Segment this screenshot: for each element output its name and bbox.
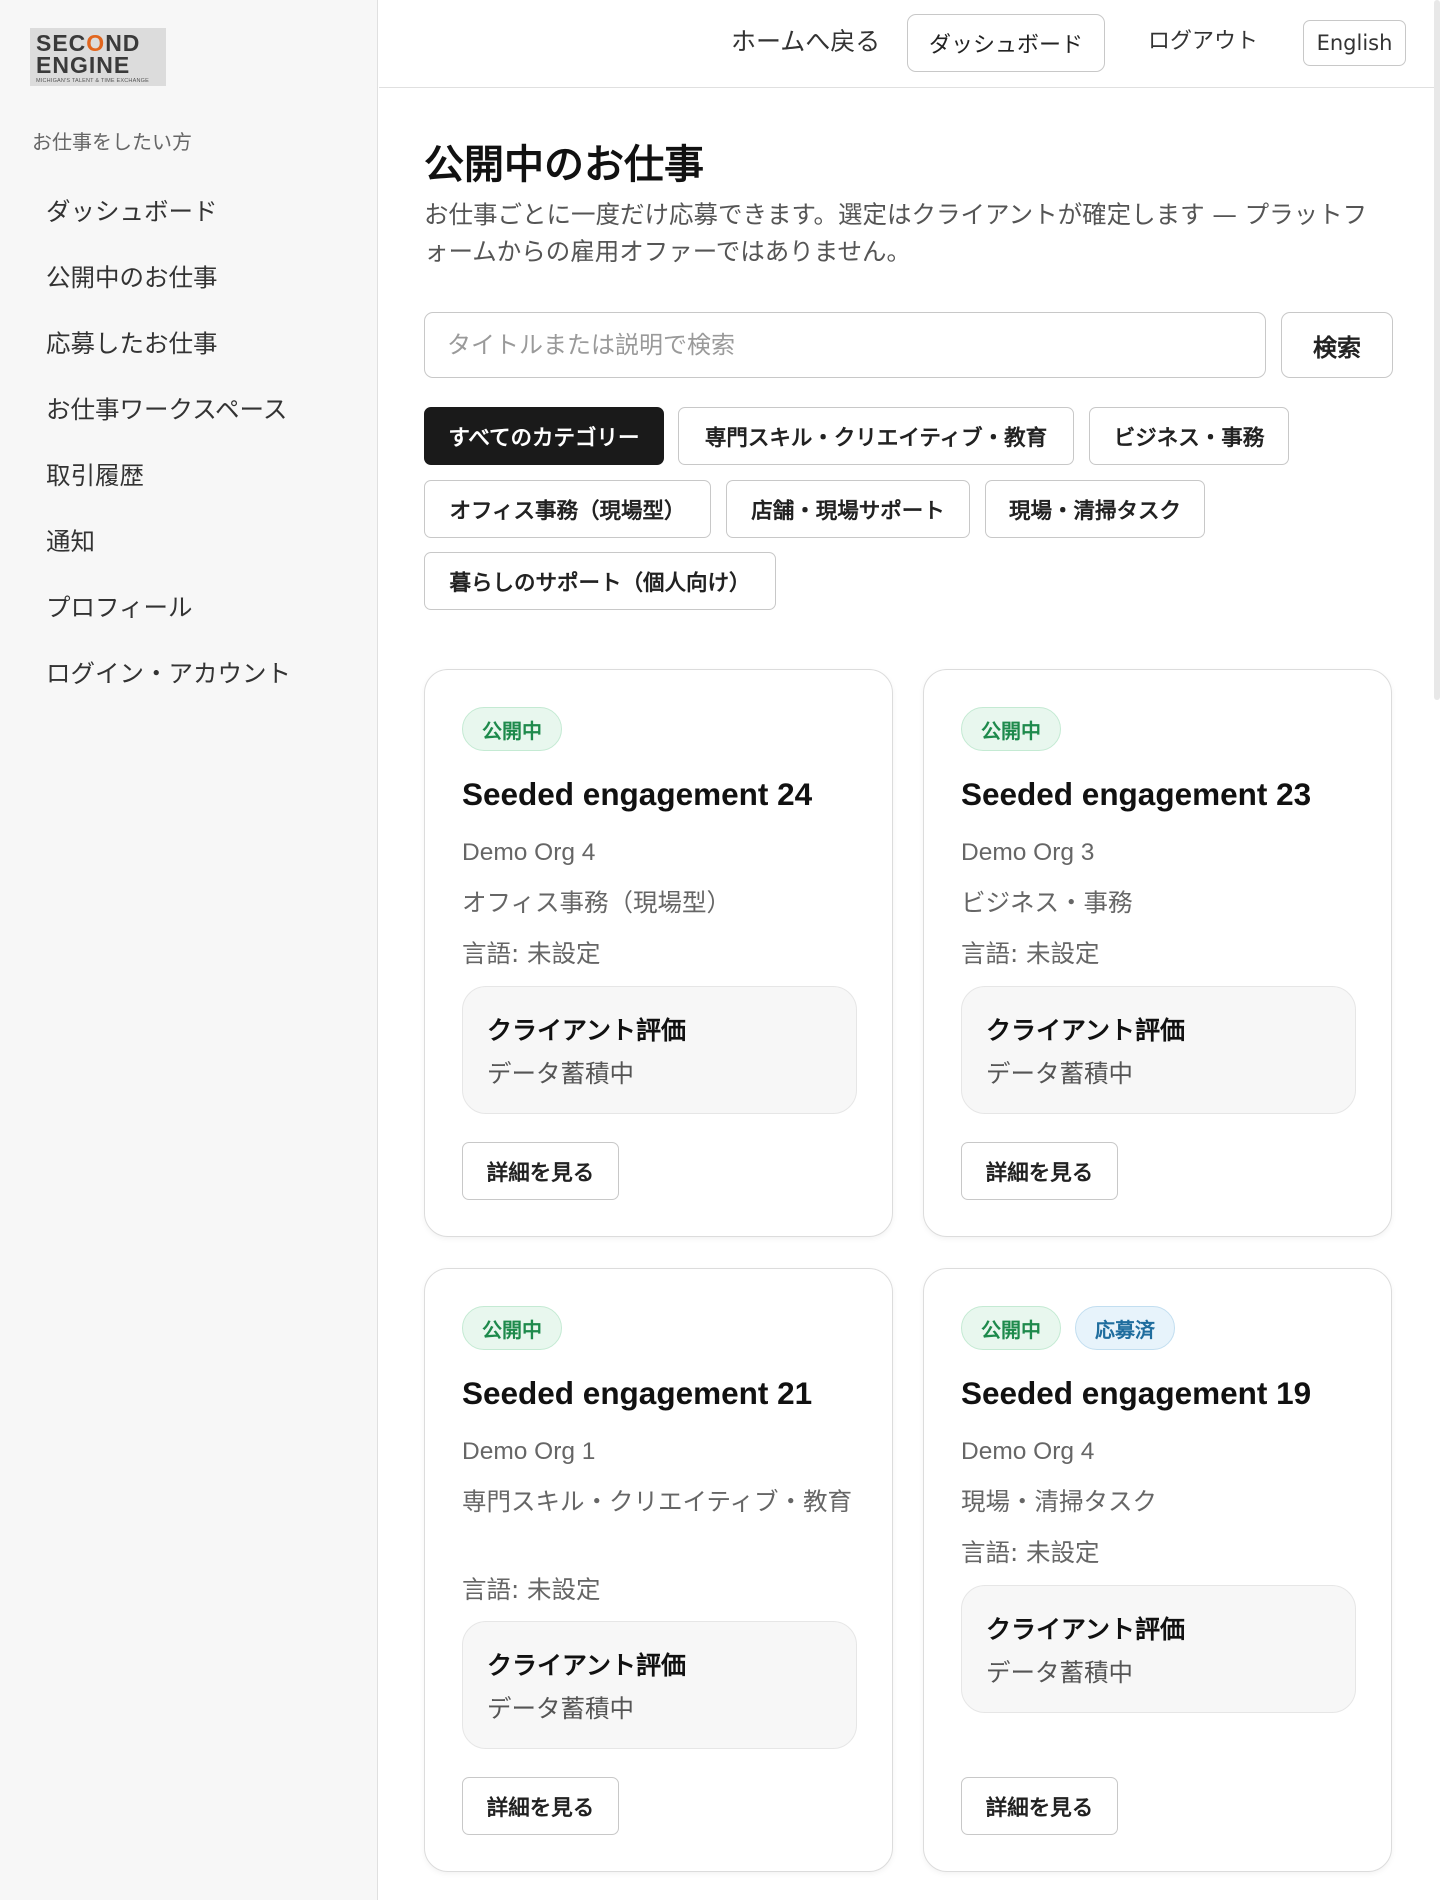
category-chip-field[interactable]: 現場・清掃タスク <box>985 480 1205 538</box>
job-language: 言語: 未設定 <box>961 939 1100 968</box>
job-org: Demo Org 3 <box>961 839 1095 866</box>
status-badge-open: 公開中 <box>961 1306 1061 1350</box>
category-chip-all[interactable]: すべてのカテゴリー <box>424 407 664 465</box>
job-card: 公開中 Seeded engagement 24 Demo Org 4 オフィス… <box>424 669 893 1237</box>
client-rating-box: クライアント評価 データ蓄積中 <box>462 1621 857 1749</box>
job-category: 専門スキル・クリエイティブ・教育 <box>462 1487 853 1516</box>
job-category: 現場・清掃タスク <box>961 1487 1157 1516</box>
search-input[interactable] <box>424 312 1266 378</box>
sidebar-item-dashboard[interactable]: ダッシュボード <box>46 190 291 256</box>
sidebar-item-profile[interactable]: プロフィール <box>46 586 291 652</box>
search-button[interactable]: 検索 <box>1281 312 1393 378</box>
status-badge-open: 公開中 <box>462 1306 562 1350</box>
job-title: Seeded engagement 24 <box>462 776 813 812</box>
sidebar-item-workspace[interactable]: お仕事ワークスペース <box>46 388 291 454</box>
sidebar-item-account[interactable]: ログイン・アカウント <box>46 652 291 718</box>
job-title: Seeded engagement 19 <box>961 1375 1312 1411</box>
sidebar-nav: ダッシュボード 公開中のお仕事 応募したお仕事 お仕事ワークスペース 取引履歴 … <box>46 190 291 718</box>
badge-group: 公開中 <box>462 1306 562 1350</box>
rating-label: クライアント評価 <box>986 1016 1186 1045</box>
logout-link[interactable]: ログアウト <box>1148 27 1258 57</box>
rating-value: データ蓄積中 <box>986 1658 1133 1687</box>
view-details-button[interactable]: 詳細を見る <box>961 1142 1118 1200</box>
badge-group: 公開中 応募済 <box>961 1306 1175 1350</box>
view-details-button[interactable]: 詳細を見る <box>462 1777 619 1835</box>
category-chip-professional[interactable]: 専門スキル・クリエイティブ・教育 <box>678 407 1074 465</box>
logo-line-2: ENGINE <box>36 52 131 78</box>
rating-value: データ蓄積中 <box>986 1059 1133 1088</box>
status-badge-open: 公開中 <box>462 707 562 751</box>
language-toggle-button[interactable]: English <box>1303 20 1406 66</box>
dashboard-button[interactable]: ダッシュボード <box>907 14 1105 72</box>
sidebar-item-open-jobs[interactable]: 公開中のお仕事 <box>46 256 291 322</box>
view-details-button[interactable]: 詳細を見る <box>462 1142 619 1200</box>
page-title: 公開中のお仕事 <box>424 142 704 188</box>
job-title: Seeded engagement 23 <box>961 776 1312 812</box>
page-scrollbar[interactable] <box>1434 0 1440 700</box>
job-category: オフィス事務（現場型） <box>462 888 732 917</box>
status-badge-applied: 応募済 <box>1075 1306 1175 1350</box>
category-chip-personal[interactable]: 暮らしのサポート（個人向け） <box>424 552 776 610</box>
top-bar: ホームへ戻る ダッシュボード ログアウト English <box>379 0 1440 88</box>
logo-line-1: SECOND <box>36 30 141 56</box>
rating-value: データ蓄積中 <box>487 1059 634 1088</box>
sidebar-section-label: お仕事をしたい方 <box>32 130 192 154</box>
category-chip-business[interactable]: ビジネス・事務 <box>1089 407 1289 465</box>
category-chip-store[interactable]: 店舗・現場サポート <box>726 480 970 538</box>
client-rating-box: クライアント評価 データ蓄積中 <box>961 1585 1356 1713</box>
category-chip-office[interactable]: オフィス事務（現場型） <box>424 480 711 538</box>
job-org: Demo Org 1 <box>462 1438 596 1465</box>
status-badge-open: 公開中 <box>961 707 1061 751</box>
job-card: 公開中 Seeded engagement 21 Demo Org 1 専門スキ… <box>424 1268 893 1872</box>
rating-value: データ蓄積中 <box>487 1694 634 1723</box>
sidebar-item-notifications[interactable]: 通知 <box>46 520 291 586</box>
job-category: ビジネス・事務 <box>961 888 1133 917</box>
sidebar: SECOND ENGINE MICHIGAN'S TALENT & TIME E… <box>0 0 378 1900</box>
job-org: Demo Org 4 <box>961 1438 1095 1465</box>
job-language: 言語: 未設定 <box>462 1575 601 1604</box>
page-description: お仕事ごとに一度だけ応募できます。選定はクライアントが確定します — プラットフ… <box>424 200 1368 266</box>
sidebar-item-applied-jobs[interactable]: 応募したお仕事 <box>46 322 291 388</box>
brand-logo[interactable]: SECOND ENGINE MICHIGAN'S TALENT & TIME E… <box>30 28 166 86</box>
rating-label: クライアント評価 <box>487 1651 687 1680</box>
rating-label: クライアント評価 <box>986 1615 1186 1644</box>
job-org: Demo Org 4 <box>462 839 596 866</box>
client-rating-box: クライアント評価 データ蓄積中 <box>462 986 857 1114</box>
job-card: 公開中 応募済 Seeded engagement 19 Demo Org 4 … <box>923 1268 1392 1872</box>
job-card: 公開中 Seeded engagement 23 Demo Org 3 ビジネス… <box>923 669 1392 1237</box>
view-details-button[interactable]: 詳細を見る <box>961 1777 1118 1835</box>
job-title: Seeded engagement 21 <box>462 1375 813 1411</box>
badge-group: 公開中 <box>462 707 562 751</box>
logo-tagline: MICHIGAN'S TALENT & TIME EXCHANGE <box>36 78 149 84</box>
job-language: 言語: 未設定 <box>961 1538 1100 1567</box>
client-rating-box: クライアント評価 データ蓄積中 <box>961 986 1356 1114</box>
sidebar-item-transactions[interactable]: 取引履歴 <box>46 454 291 520</box>
rating-label: クライアント評価 <box>487 1016 687 1045</box>
badge-group: 公開中 <box>961 707 1061 751</box>
job-language: 言語: 未設定 <box>462 939 601 968</box>
home-link[interactable]: ホームへ戻る <box>731 27 880 57</box>
